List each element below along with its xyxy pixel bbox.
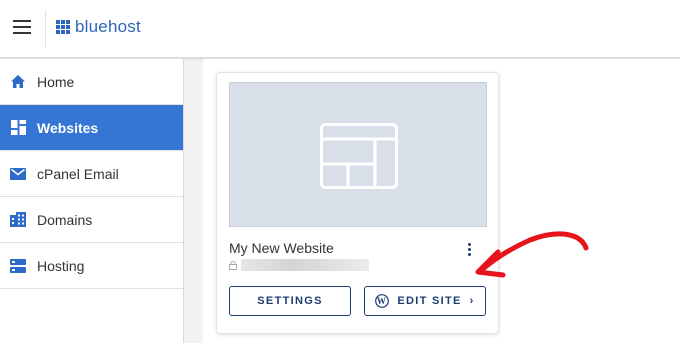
- bluehost-grid-icon: [56, 20, 70, 34]
- svg-text:W: W: [377, 296, 387, 306]
- logo-text: bluehost: [75, 17, 141, 36]
- settings-button[interactable]: SETTINGS: [229, 286, 351, 316]
- bluehost-logo[interactable]: bluehost: [56, 17, 141, 37]
- website-thumbnail[interactable]: [229, 82, 487, 227]
- sidebar-item-hosting[interactable]: Hosting: [0, 243, 183, 289]
- home-icon: [10, 74, 26, 90]
- website-layout-icon: [320, 123, 398, 189]
- chevron-right-icon: ›: [469, 295, 475, 307]
- sidebar-item-domains[interactable]: Domains: [0, 197, 183, 243]
- sidebar-item-label: Websites: [37, 119, 99, 136]
- lock-icon: [229, 260, 237, 270]
- sidebar-item-label: Hosting: [37, 257, 85, 274]
- hamburger-icon[interactable]: [13, 20, 31, 34]
- site-name[interactable]: My New Website: [229, 240, 334, 256]
- wordpress-icon: W: [375, 294, 390, 308]
- edit-site-button[interactable]: W EDIT SITE ›: [364, 286, 486, 316]
- hosting-icon: [10, 258, 26, 274]
- edit-site-label: EDIT SITE: [397, 295, 462, 307]
- sidebar-item-cpanel-email[interactable]: cPanel Email: [0, 151, 183, 197]
- sidebar-item-websites[interactable]: Websites: [0, 105, 183, 151]
- blurred-url: [241, 259, 369, 271]
- sidebar: Home Websites cPanel Email Domains Hosti…: [0, 59, 184, 343]
- header-divider: [45, 10, 46, 48]
- website-card: My New Website SETTINGS W EDIT SITE ›: [216, 72, 499, 334]
- domains-icon: [10, 212, 26, 228]
- sidebar-item-label: Domains: [37, 211, 93, 228]
- settings-label: SETTINGS: [257, 295, 323, 307]
- site-url[interactable]: [229, 259, 369, 271]
- sidebar-item-home[interactable]: Home: [0, 59, 183, 105]
- websites-icon: [10, 120, 26, 136]
- sidebar-item-label: Home: [37, 73, 75, 90]
- mail-icon: [10, 166, 26, 182]
- sidebar-item-label: cPanel Email: [37, 165, 119, 182]
- top-header: bluehost: [0, 0, 680, 58]
- kebab-menu-icon[interactable]: [465, 243, 473, 257]
